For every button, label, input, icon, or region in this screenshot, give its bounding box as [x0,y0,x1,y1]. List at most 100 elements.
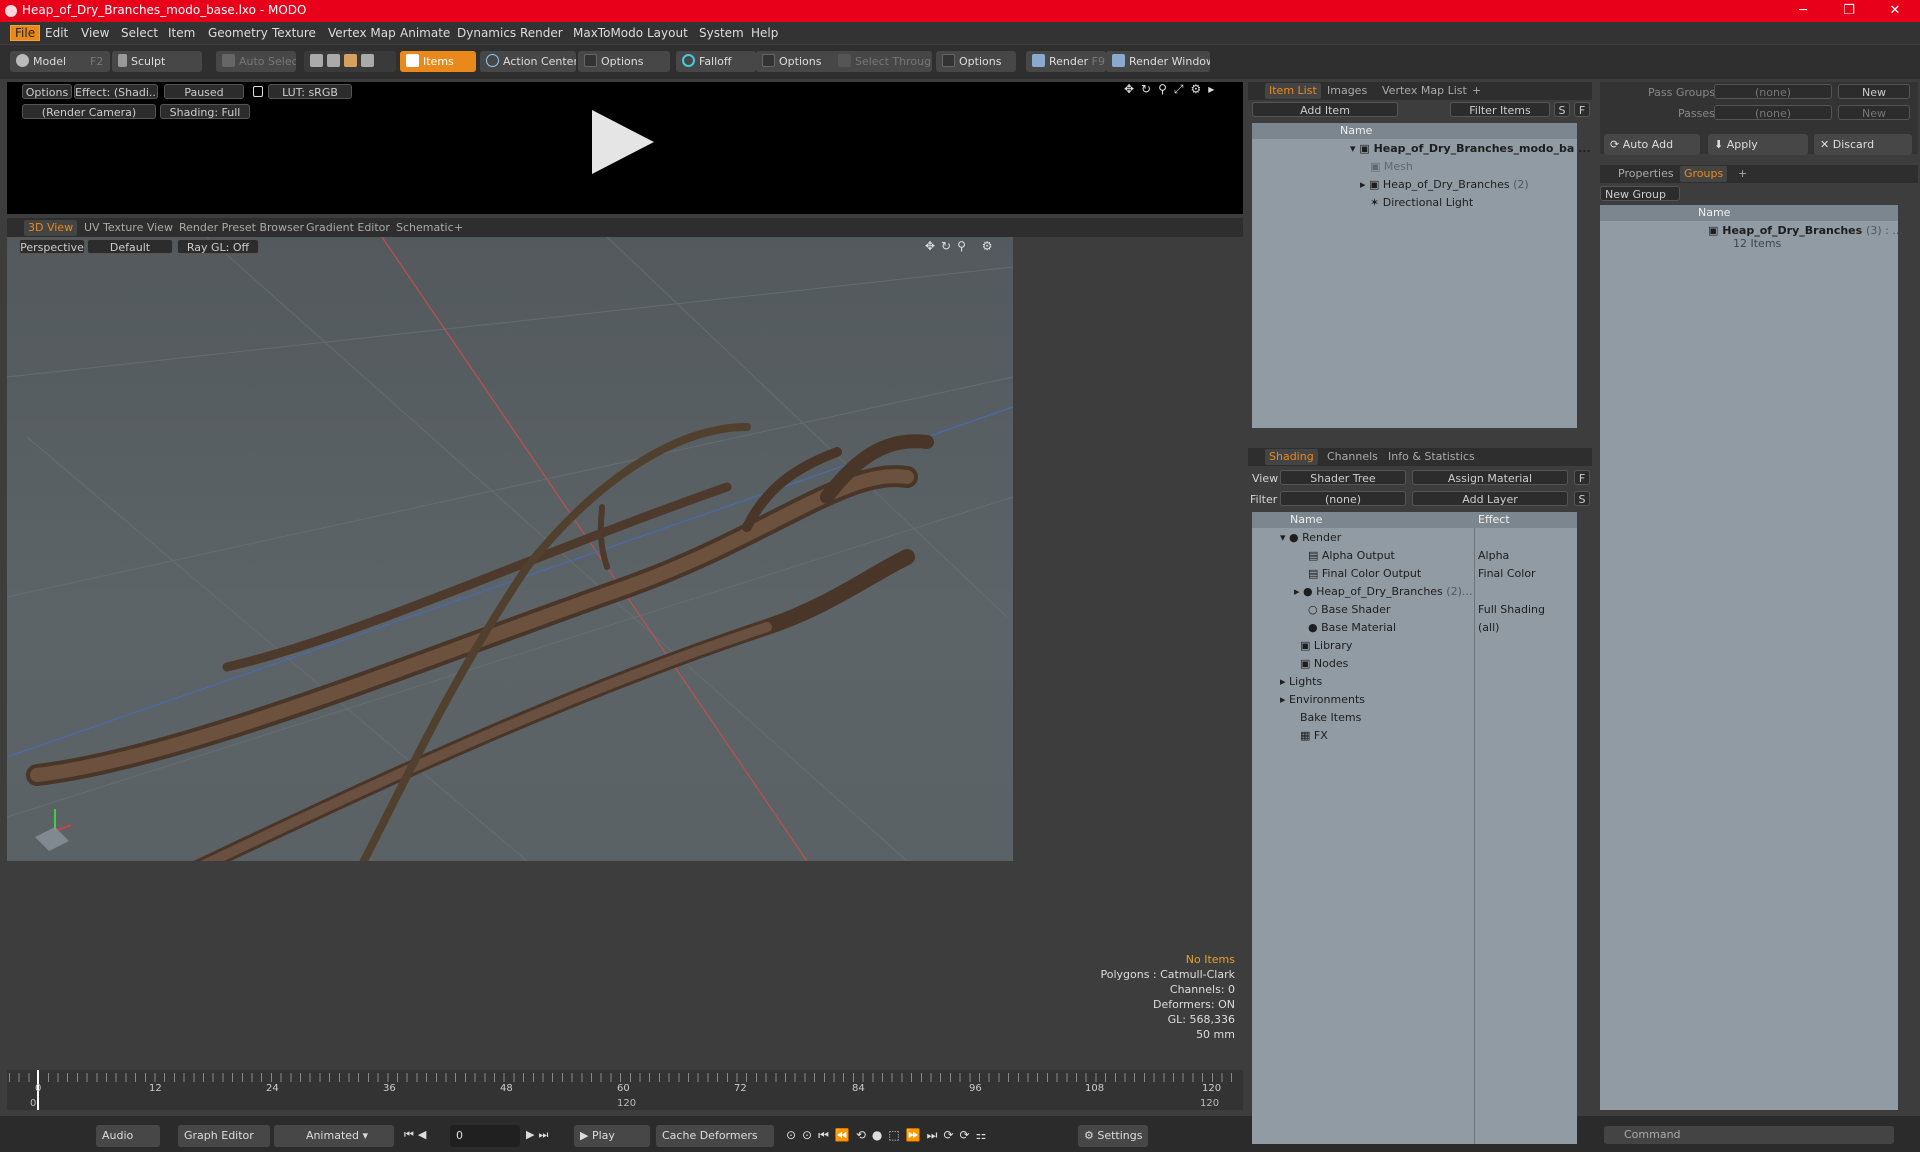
animated-dropdown[interactable]: Animated ▾ [274,1125,394,1147]
tab-info-statistics[interactable]: Info & Statistics [1384,449,1479,465]
step-forward-icons[interactable]: ▶⏭ [526,1128,552,1142]
menu-layout[interactable]: Layout [647,26,688,40]
cache-deformers-button[interactable]: Cache Deformers [656,1125,774,1147]
render-camera-dropdown[interactable]: (Render Camera) [22,104,156,119]
shading-f-button[interactable]: F [1574,470,1590,485]
discard-button[interactable]: ✕ Discard [1814,134,1912,155]
pass-groups-dropdown[interactable]: (none) [1714,84,1832,99]
frame-input[interactable]: 0 [450,1125,520,1147]
menu-edit[interactable]: Edit [45,26,68,40]
filter-items-input[interactable]: Filter Items [1450,102,1550,117]
add-tab-icon[interactable]: + [450,220,467,236]
command-input[interactable]: Command [1604,1126,1894,1144]
add-layer-dropdown[interactable]: Add Layer [1412,491,1568,506]
tab-gradient-editor[interactable]: Gradient Editor [302,220,394,236]
3d-viewport[interactable]: Perspective Default Ray GL: Off ✥↻⚲ ⚙ No… [7,237,1013,861]
item-row-mesh[interactable]: ▣ Mesh [1370,158,1413,176]
add-tab-icon[interactable]: + [1734,166,1751,182]
tab-schematic[interactable]: Schematic [392,220,458,236]
close-button[interactable]: ✕ [1872,0,1918,22]
menu-view[interactable]: View [81,26,109,40]
vertex-mode-icon[interactable] [310,54,323,67]
tab-shading[interactable]: Shading [1265,449,1318,465]
shader-row-nodes[interactable]: ▣ Nodes [1300,655,1348,673]
shader-effect[interactable]: Full Shading [1478,601,1545,619]
auto-select-button[interactable]: Auto Select [216,51,296,72]
play-icon[interactable] [590,108,656,176]
menu-dynamics[interactable]: Dynamics [457,26,516,40]
shader-row-lights[interactable]: ▸ Lights [1280,673,1322,691]
audio-button[interactable]: Audio [96,1125,160,1147]
item-list-tree[interactable]: Name ▾ ▣ Heap_of_Dry_Branches_modo_ba ..… [1252,123,1591,428]
action-center-options-button[interactable]: Options [578,51,670,72]
item-row-scene[interactable]: ▾ ▣ Heap_of_Dry_Branches_modo_ba ... [1350,140,1591,158]
menu-select[interactable]: Select [121,26,158,40]
maximize-button[interactable]: ❐ [1826,0,1872,22]
shading-dropdown[interactable]: Shading: Full [160,104,250,119]
render-window-button[interactable]: Render Window [1106,51,1210,72]
model-button[interactable]: Model F2 [10,51,110,72]
menu-system[interactable]: System [699,26,744,40]
shader-row-environments[interactable]: ▸ Environments [1280,691,1365,709]
filter-f-button[interactable]: F [1574,102,1590,117]
shader-row-base-material[interactable]: ● Base Material [1308,619,1396,637]
item-row-group[interactable]: ▸ ▣ Heap_of_Dry_Branches (2) [1360,176,1529,194]
shader-row-base-shader[interactable]: ○ Base Shader [1308,601,1390,619]
lut-dropdown[interactable]: LUT: sRGB [268,84,352,99]
groups-list[interactable]: Name ▣ Heap_of_Dry_Branches (3) : ... 12… [1600,205,1903,1110]
sculpt-button[interactable]: Sculpt [112,51,202,72]
apply-button[interactable]: ⬇ Apply [1708,134,1808,155]
shader-row-material-group[interactable]: ▸ ● Heap_of_Dry_Branches (2)... [1294,583,1472,601]
viewport-nav-icons[interactable]: ✥↻⚲ ⚙ [925,239,998,253]
shader-row-bake-items[interactable]: Bake Items [1300,709,1361,727]
step-back-icons[interactable]: ⏮◀ [404,1128,430,1142]
add-tab-icon[interactable]: + [1468,83,1485,99]
tab-uv-texture-view[interactable]: UV Texture View [80,220,177,236]
shader-effect[interactable]: Alpha [1478,547,1509,565]
shader-row-final-color[interactable]: ▤ Final Color Output [1308,565,1421,583]
auto-add-button[interactable]: ⟳ Auto Add [1604,134,1700,155]
graph-editor-button[interactable]: Graph Editor [178,1125,270,1147]
view-dropdown[interactable]: Shader Tree [1280,470,1406,485]
minimize-button[interactable]: ─ [1780,0,1826,22]
shader-row-library[interactable]: ▣ Library [1300,637,1352,655]
material-mode-icon[interactable] [361,54,374,67]
perspective-dropdown[interactable]: Perspective [19,239,85,254]
tab-vertex-map-list[interactable]: Vertex Map List [1378,83,1471,99]
lock-icon[interactable] [253,86,263,97]
filter-s-button[interactable]: S [1554,102,1570,117]
assign-material-dropdown[interactable]: Assign Material [1412,470,1568,485]
polygon-mode-icon[interactable] [344,54,357,67]
falloff-options-button[interactable]: Options [756,51,836,72]
menu-vertex-map[interactable]: Vertex Map [328,26,396,40]
default-style-dropdown[interactable]: Default [87,239,173,254]
shading-s-button[interactable]: S [1574,491,1590,506]
item-row-light[interactable]: ✶ Directional Light [1370,194,1473,212]
shader-row-render[interactable]: ▾ ● Render [1280,529,1341,547]
edge-mode-icon[interactable] [327,54,340,67]
select-through-options-button[interactable]: Options [936,51,1016,72]
shader-effect[interactable]: (all) [1478,619,1499,637]
menu-texture[interactable]: Texture [272,26,316,40]
shader-row-fx[interactable]: ▦ FX [1300,727,1328,745]
select-through-button[interactable]: Select Through [832,51,932,72]
passes-new-button[interactable]: New [1838,105,1910,120]
menu-item[interactable]: Item [168,26,195,40]
raygl-dropdown[interactable]: Ray GL: Off [177,239,259,254]
menu-animate[interactable]: Animate [400,26,450,40]
pass-groups-new-button[interactable]: New [1838,84,1910,99]
add-item-dropdown[interactable]: Add Item [1252,102,1398,117]
menu-file[interactable]: File [10,25,41,41]
key-tool-icons[interactable]: ⊙⊙⏮⏪⟲●⬚⏩⏭⟳⟳⚏ [786,1128,992,1143]
menu-maxtomodo[interactable]: MaxToModo [573,26,643,40]
preview-nav-icons[interactable]: ✥↻⚲⤢⚙▸ [1124,82,1230,98]
tab-groups[interactable]: Groups [1680,166,1728,182]
tab-item-list[interactable]: Item List [1265,83,1321,99]
menu-help[interactable]: Help [751,26,778,40]
falloff-button[interactable]: Falloff [676,51,756,72]
settings-button[interactable]: ⚙ Settings [1078,1125,1148,1147]
filter-dropdown[interactable]: (none) [1280,491,1406,506]
passes-dropdown[interactable]: (none) [1714,105,1832,120]
preview-pause-button[interactable]: Paused [164,84,244,99]
shader-effect[interactable]: Final Color [1478,565,1536,583]
